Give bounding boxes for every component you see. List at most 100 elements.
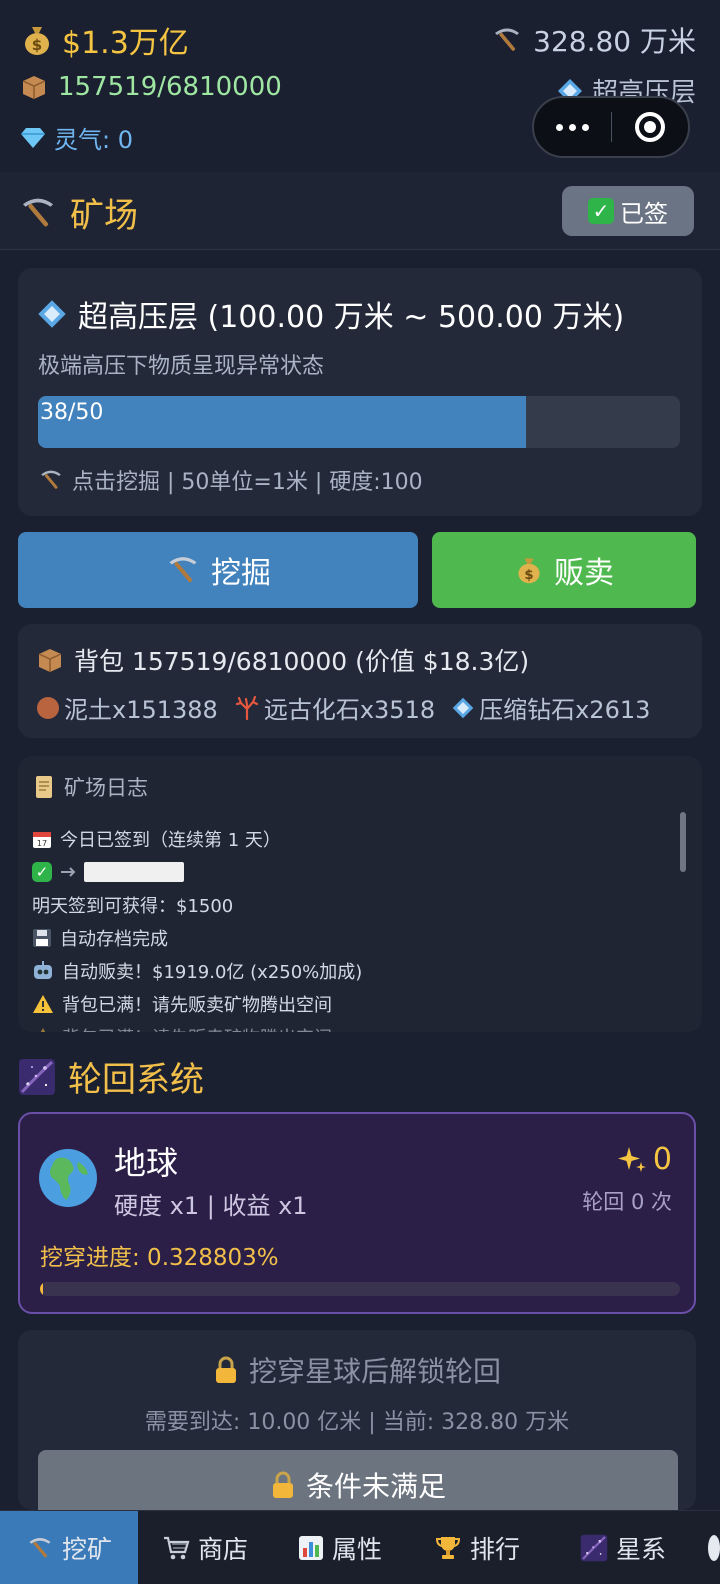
dig-label: 挖掘 xyxy=(211,556,271,591)
status-bar: $ $1.3万亿 328.80 万米 157519/6810000 超高压层 灵… xyxy=(0,0,720,168)
signed-button[interactable]: ✓ 已签 xyxy=(562,186,694,236)
fossil-icon xyxy=(234,695,260,721)
dig-through-progress: 挖穿进度: 0.328803% xyxy=(40,1245,279,1271)
galaxy-icon xyxy=(18,1058,56,1096)
nav-tab-ranking[interactable]: 排行 xyxy=(408,1511,546,1584)
log-line: ✓ xyxy=(32,855,662,888)
redacted-text xyxy=(84,861,184,882)
close-mini-program-button[interactable] xyxy=(612,98,689,156)
layer-description: 极端高压下物质呈现异常状态 xyxy=(38,354,325,379)
layer-name-text: 超高压层 (100.00 万米 ~ 500.00 万米) xyxy=(78,300,625,335)
floppy-icon xyxy=(32,928,52,948)
depth-display: 328.80 万米 xyxy=(491,20,696,60)
lock-icon xyxy=(213,1355,239,1385)
pickaxe-icon xyxy=(26,1534,54,1562)
bag-item-label: 远古化石x3518 xyxy=(263,696,436,724)
nav-label: 商店 xyxy=(197,1534,248,1564)
spirit-display: 灵气: 0 xyxy=(20,120,133,155)
mine-title: 矿场 xyxy=(18,188,138,237)
bag-card: 背包 157519/6810000 (价值 $18.3亿) 泥土x151388 … xyxy=(18,624,702,738)
log-line: 背包已满！请先贩卖矿物腾出空间 xyxy=(32,1020,662,1032)
bag-item-label: 压缩钻石x2613 xyxy=(479,696,651,724)
nav-overflow-edge xyxy=(700,1511,720,1584)
svg-text:17: 17 xyxy=(37,839,47,848)
log-line-text: 自动贩卖！$1919.0亿 (x250%加成) xyxy=(62,961,363,983)
log-line: 17 今日已签到（连续第 1 天） xyxy=(32,822,662,855)
package-icon xyxy=(20,73,48,101)
target-icon xyxy=(634,112,665,142)
nav-tab-galaxy[interactable]: 星系 xyxy=(546,1511,700,1584)
log-line: 背包已满！请先贩卖矿物腾出空间 xyxy=(32,987,662,1020)
spirit-value: 灵气: 0 xyxy=(54,126,133,154)
log-line-text: 背包已满！请先贩卖矿物腾出空间 xyxy=(62,994,332,1016)
pickaxe-icon xyxy=(491,24,523,56)
log-line-text: 明天签到可获得：$1500 xyxy=(32,895,234,917)
sparkles-icon xyxy=(617,1145,647,1175)
galaxy-icon xyxy=(580,1534,608,1562)
star-counter: 0 xyxy=(617,1142,672,1177)
lock-title-text: 挖穿星球后解锁轮回 xyxy=(248,1355,501,1388)
mining-info: 点击挖掘 | 50单位=1米 | 硬度:100 xyxy=(38,464,423,496)
planet-card: 地球 硬度 x1 | 收益 x1 0 轮回 0 次 挖穿进度: 0.328803… xyxy=(18,1112,696,1314)
log-line-text: 今日已签到（连续第 1 天） xyxy=(60,829,281,851)
bag-item: 远古化石x3518 xyxy=(234,690,435,725)
nav-label: 排行 xyxy=(469,1534,520,1564)
log-line-text: 背包已满！请先贩卖矿物腾出空间 xyxy=(62,1024,332,1033)
svg-text:$: $ xyxy=(32,36,42,54)
sell-label: 贩卖 xyxy=(554,556,614,591)
nav-label: 属性 xyxy=(331,1534,382,1564)
more-menu-button[interactable] xyxy=(534,98,611,156)
layer-progress-text: 38/50 xyxy=(40,400,104,425)
bottom-nav: 挖矿 商店 属性 排行 星系 xyxy=(0,1510,720,1584)
reincarnate-button-label: 条件未满足 xyxy=(305,1470,446,1503)
money-bag-icon: $ xyxy=(514,555,544,585)
layer-progress-bar: 38/50 xyxy=(38,396,680,448)
bag-items-list: 泥土x151388 远古化石x3518 压缩钻石x2613 xyxy=(36,690,650,725)
star-count: 0 xyxy=(652,1142,672,1177)
arrow-icon xyxy=(60,865,78,879)
bag-title: 背包 157519/6810000 (价值 $18.3亿) xyxy=(36,642,529,678)
warning-icon xyxy=(32,994,54,1014)
more-tab-icon xyxy=(708,1534,720,1561)
planet-progress-fill xyxy=(40,1282,44,1296)
pickaxe-icon xyxy=(38,467,64,493)
dig-button[interactable]: 挖掘 xyxy=(18,532,418,608)
bag-capacity-display: 157519/6810000 xyxy=(20,72,282,102)
lock-requirement: 需要到达: 10.00 亿米 | 当前: 328.80 万米 xyxy=(144,1410,570,1435)
diamond-icon xyxy=(451,696,475,720)
log-title: 矿场日志 xyxy=(32,772,148,802)
bag-item: 泥土x151388 xyxy=(36,690,218,725)
app-root: $ $1.3万亿 328.80 万米 157519/6810000 超高压层 灵… xyxy=(0,0,720,1584)
check-icon: ✓ xyxy=(32,861,52,882)
cart-icon xyxy=(162,1535,190,1561)
pickaxe-icon xyxy=(165,552,201,588)
reincarnation-title: 轮回系统 xyxy=(18,1052,204,1101)
money-value: $1.3万亿 xyxy=(62,26,189,61)
planet-name: 地球 xyxy=(114,1144,179,1182)
nav-tab-attributes[interactable]: 属性 xyxy=(272,1511,408,1584)
mining-info-text: 点击挖掘 | 50单位=1米 | 硬度:100 xyxy=(72,470,423,495)
earth-globe-icon xyxy=(38,1148,98,1208)
money-bag-icon: $ xyxy=(20,23,54,57)
log-scrollbar[interactable] xyxy=(680,812,686,872)
bag-item-label: 泥土x151388 xyxy=(64,696,218,724)
bag-title-text: 背包 157519/6810000 (价值 $18.3亿) xyxy=(74,647,530,676)
log-lines: 17 今日已签到（连续第 1 天） ✓ 明天签到可获得：$1500 自动存档完成… xyxy=(32,822,662,1032)
bag-capacity-value: 157519/6810000 xyxy=(58,72,282,102)
pickaxe-icon xyxy=(18,193,58,233)
sell-button[interactable]: $ 贩卖 xyxy=(432,532,696,608)
layer-progress-fill xyxy=(38,396,526,448)
nav-tab-mine[interactable]: 挖矿 xyxy=(0,1511,138,1584)
trophy-icon xyxy=(434,1534,462,1562)
robot-icon xyxy=(32,960,54,981)
nav-tab-shop[interactable]: 商店 xyxy=(138,1511,272,1584)
chart-icon xyxy=(298,1535,324,1561)
nav-label: 星系 xyxy=(615,1534,666,1564)
calendar-icon: 17 xyxy=(32,829,52,849)
dirt-icon xyxy=(36,696,60,720)
log-line-text: 自动存档完成 xyxy=(60,928,168,950)
mine-title-text: 矿场 xyxy=(70,196,138,236)
mine-log[interactable]: 矿场日志 17 今日已签到（连续第 1 天） ✓ 明天签到可获得：$1500 自… xyxy=(18,756,702,1032)
scroll-icon xyxy=(32,774,56,800)
lock-icon xyxy=(270,1470,296,1500)
